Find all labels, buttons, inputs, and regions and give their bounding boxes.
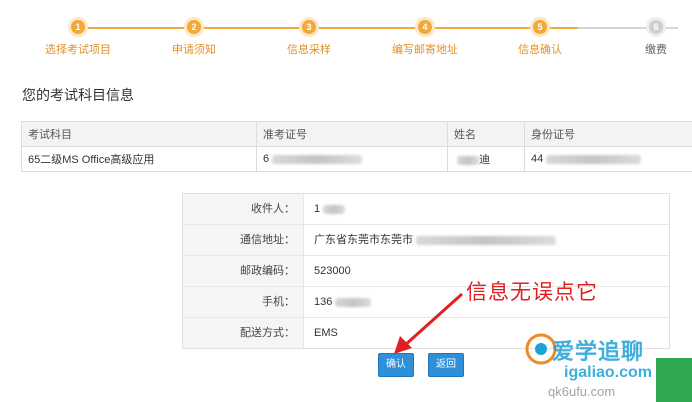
redacted-name: [457, 155, 479, 165]
progress-steps: 1 选择考试项目 2 申请须知 3 信息采样 4 编写邮寄地址 5 信息确认 6…: [0, 0, 692, 60]
postcode-value: 523000: [314, 265, 351, 277]
step-4-label: 编写邮寄地址: [392, 44, 458, 56]
cell-name: 迪: [447, 146, 525, 172]
recipient-text: 1: [314, 203, 321, 215]
recipient-value: 1: [304, 194, 346, 224]
cell-ticket: 6: [256, 146, 448, 172]
header-subject: 考试科目: [21, 121, 257, 147]
cell-id-text: 44: [531, 153, 544, 165]
annotation-text: 信息无误点它: [466, 280, 598, 304]
shipping-label: 配送方式：: [183, 318, 304, 348]
step-6-label: 缴费: [645, 44, 667, 56]
header-name: 姓名: [447, 121, 525, 147]
info-row-recipient: 收件人： 1: [183, 194, 669, 225]
redacted-phone: [335, 297, 372, 307]
step-6-dot: 6: [649, 20, 663, 34]
step-3-dot: 3: [302, 20, 316, 34]
info-row-address: 通信地址： 广东省东莞市东莞市: [183, 225, 669, 256]
watermark-line2: igaliao.com: [564, 364, 653, 381]
header-ticket: 准考证号: [256, 121, 448, 147]
watermark: 爱学追聊 igaliao.com qk6ufu.com: [520, 318, 692, 402]
address-label: 通信地址：: [183, 225, 304, 255]
step-5: 5 信息确认: [485, 20, 595, 57]
cell-subject-text: 65二级MS Office高级应用: [28, 154, 155, 166]
watermark-line1: 爱学追聊: [552, 339, 645, 364]
step-5-dot: 5: [533, 20, 547, 34]
redacted-id: [546, 154, 642, 164]
recipient-label: 收件人：: [183, 194, 304, 224]
cell-name-text: 迪: [479, 154, 490, 166]
cell-subject: 65二级MS Office高级应用: [21, 146, 257, 172]
table-row: 65二级MS Office高级应用 6 迪 44: [21, 146, 692, 172]
redacted-ticket: [272, 154, 363, 164]
phone-value: 136: [304, 287, 372, 317]
redacted-address: [416, 235, 556, 245]
step-5-label: 信息确认: [518, 44, 562, 56]
step-3: 3 信息采样: [254, 20, 364, 57]
step-4: 4 编写邮寄地址: [370, 20, 480, 57]
postcode-label: 邮政编码：: [183, 256, 304, 286]
address-value: 广东省东莞市东莞市: [304, 225, 556, 255]
step-2-label: 申请须知: [172, 44, 216, 56]
step-1-label: 选择考试项目: [45, 44, 111, 56]
cell-id: 44: [524, 146, 692, 172]
step-2-dot: 2: [187, 20, 201, 34]
step-4-dot: 4: [418, 20, 432, 34]
annotation-arrow-icon: [394, 292, 464, 354]
cell-ticket-text: 6: [263, 153, 270, 165]
address-text: 广东省东莞市东莞市: [314, 234, 413, 246]
step-1: 1 选择考试项目: [23, 20, 133, 57]
redacted-recipient: [323, 204, 346, 214]
watermark-line3: qk6ufu.com: [548, 384, 616, 399]
step-3-label: 信息采样: [287, 44, 331, 56]
watermark-green-bar: [656, 358, 692, 402]
shipping-value: EMS: [314, 327, 338, 339]
step-2: 2 申请须知: [139, 20, 249, 57]
step-1-dot: 1: [71, 20, 85, 34]
subject-table: 考试科目 准考证号 姓名 身份证号 65二级MS Office高级应用 6 迪 …: [21, 121, 692, 172]
table-header-row: 考试科目 准考证号 姓名 身份证号: [21, 121, 692, 147]
step-6: 6 缴费: [601, 20, 692, 57]
phone-label: 手机：: [183, 287, 304, 317]
header-id: 身份证号: [524, 121, 692, 147]
section-title: 您的考试科目信息: [22, 87, 134, 103]
phone-text: 136: [314, 296, 333, 308]
